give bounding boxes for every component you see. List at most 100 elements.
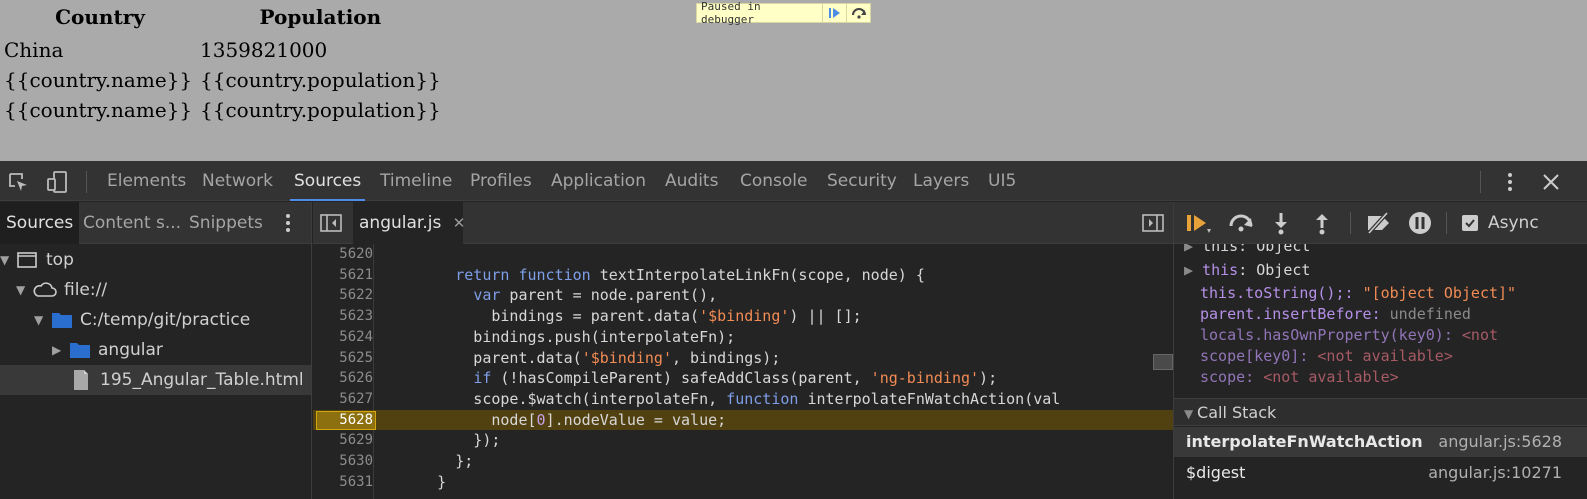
tab-timeline[interactable]: Timeline	[380, 161, 452, 201]
close-tab-icon[interactable]: ✕	[453, 214, 466, 232]
line-number[interactable]: 5622	[313, 285, 373, 306]
toolbar-divider	[86, 171, 87, 193]
resume-button[interactable]	[1184, 210, 1214, 236]
more-menu-button[interactable]	[1500, 169, 1520, 195]
nav-tab-snippets[interactable]: Snippets	[189, 202, 263, 244]
tab-security[interactable]: Security	[827, 161, 897, 201]
resume-button[interactable]	[822, 4, 846, 22]
file-tab-angular-js[interactable]: angular.js ✕	[353, 202, 466, 244]
tab-console[interactable]: Console	[740, 161, 808, 201]
line-number[interactable]: 5627	[313, 389, 373, 410]
table-cell: 1359821000	[200, 38, 328, 62]
call-frame[interactable]: $digest angular.js:10271	[1174, 458, 1587, 488]
tree-item-html-file[interactable]: 195_Angular_Table.html	[0, 365, 311, 395]
code-text: parent.data('$binding', bindings);	[383, 348, 781, 367]
code-line: 5624 bindings.push(interpolateFn);	[313, 327, 1173, 348]
tree-item-file[interactable]: ▼ file://	[0, 275, 311, 305]
table-cell: {{country.population}}	[200, 98, 441, 122]
table-cell: China	[4, 38, 64, 62]
step-over-button[interactable]	[846, 4, 870, 22]
line-number[interactable]: 5629	[313, 430, 373, 451]
navigator-more-button[interactable]	[280, 210, 296, 236]
step-out-button[interactable]	[1310, 210, 1334, 236]
watch-expression[interactable]: scope: <not available>	[1200, 367, 1399, 388]
toolbar-divider	[1446, 212, 1447, 234]
tab-ui5[interactable]: UI5	[988, 161, 1016, 201]
expand-arrow-icon: ▼	[16, 283, 26, 297]
code-text: bindings.push(interpolateFn);	[383, 327, 736, 346]
tree-item-label: 195_Angular_Table.html	[100, 370, 304, 390]
checkmark-icon	[1465, 219, 1475, 228]
tab-network[interactable]: Network	[202, 161, 273, 201]
line-number[interactable]: 5621	[313, 265, 373, 286]
line-number[interactable]: 5620	[313, 244, 373, 265]
call-stack-header[interactable]: ▼ Call Stack	[1174, 398, 1587, 426]
kebab-menu-icon	[286, 214, 290, 232]
pause-on-exceptions-button[interactable]	[1406, 210, 1434, 236]
tab-elements[interactable]: Elements	[107, 161, 186, 201]
async-checkbox[interactable]	[1462, 215, 1478, 231]
table-header-row: Country Population	[2, 2, 443, 35]
code-text: bindings = parent.data('$binding') || []…	[383, 307, 862, 326]
tree-item-label: file://	[64, 280, 108, 300]
watch-expression[interactable]: this.toString();: "[object Object]"	[1200, 283, 1516, 304]
expand-arrow-icon: ▼	[1184, 407, 1198, 421]
watch-expression[interactable]: parent.insertBefore: undefined	[1200, 304, 1471, 325]
step-into-icon	[1275, 213, 1287, 235]
nav-tab-sources[interactable]: Sources	[0, 202, 80, 244]
line-number[interactable]: 5628	[313, 410, 373, 431]
devtools-main-toolbar: Elements Network Sources Timeline Profil…	[0, 161, 1587, 201]
scroll-marker[interactable]	[1153, 354, 1173, 370]
code-text: node[0].nodeValue = value;	[383, 410, 727, 429]
tab-layers[interactable]: Layers	[913, 161, 969, 201]
call-frame[interactable]: interpolateFnWatchAction angular.js:5628	[1174, 427, 1587, 457]
tree-item-top[interactable]: ▼ top	[0, 245, 311, 275]
device-mode-button[interactable]	[44, 169, 70, 195]
devtools-panel: Elements Network Sources Timeline Profil…	[0, 161, 1587, 499]
scope-row-partial[interactable]: ▶ this: Object	[1184, 244, 1310, 257]
source-editor: angular.js ✕ 5620 5621 return function t…	[313, 202, 1173, 499]
toolbar-divider	[1480, 171, 1481, 193]
code-text: };	[383, 452, 474, 470]
close-icon	[1543, 174, 1559, 190]
scope-row-this[interactable]: ▶ this: Object	[1184, 260, 1310, 281]
close-devtools-button[interactable]	[1538, 169, 1564, 195]
expand-arrow-icon: ▼	[0, 253, 10, 267]
watch-expression[interactable]: scope[key0]: <not available>	[1200, 346, 1453, 367]
tab-profiles[interactable]: Profiles	[470, 161, 532, 201]
deactivate-breakpoints-button[interactable]	[1364, 210, 1394, 236]
step-over-button[interactable]	[1226, 210, 1256, 236]
call-stack-title: Call Stack	[1197, 403, 1277, 422]
tree-item-label: top	[46, 250, 74, 270]
tree-item-practice-folder[interactable]: ▼ C:/temp/git/practice	[0, 305, 311, 335]
line-number[interactable]: 5623	[313, 306, 373, 327]
step-into-button[interactable]	[1269, 210, 1293, 236]
page-preview: Country Population China 1359821000 {{co…	[0, 0, 1587, 161]
tab-application[interactable]: Application	[551, 161, 646, 201]
code-area[interactable]: 5620 5621 return function textInterpolat…	[313, 244, 1173, 499]
line-number[interactable]: 5625	[313, 348, 373, 369]
sidebar-content: ▶ this: Object ▶ this: Object this.toStr…	[1174, 244, 1587, 499]
tab-sources[interactable]: Sources	[289, 161, 366, 201]
file-tab-label: angular.js	[359, 213, 442, 233]
code-line: 5625 parent.data('$binding', bindings);	[313, 348, 1173, 369]
toggle-debugger-sidebar-button[interactable]	[1141, 212, 1165, 234]
column-header: Population	[259, 5, 382, 29]
resume-icon	[1187, 215, 1211, 233]
tree-item-label: angular	[98, 340, 163, 360]
inspect-element-button[interactable]	[6, 170, 30, 194]
line-number[interactable]: 5626	[313, 368, 373, 389]
toggle-navigator-button[interactable]	[319, 212, 343, 234]
code-line: 5629 });	[313, 430, 1173, 451]
line-number[interactable]: 5631	[313, 472, 373, 493]
folder-icon	[70, 343, 90, 358]
nav-tab-content-scripts[interactable]: Content s...	[83, 202, 181, 244]
line-number[interactable]: 5630	[313, 451, 373, 472]
watch-expression[interactable]: locals.hasOwnProperty(key0): <not	[1200, 325, 1498, 346]
line-number[interactable]: 5624	[313, 327, 373, 348]
file-icon	[74, 370, 88, 390]
tree-item-angular-folder[interactable]: ▶ angular	[0, 335, 311, 365]
tab-audits[interactable]: Audits	[665, 161, 718, 201]
code-line: 5620	[313, 244, 1173, 265]
table-row: {{country.name}} {{country.population}}	[2, 95, 443, 125]
